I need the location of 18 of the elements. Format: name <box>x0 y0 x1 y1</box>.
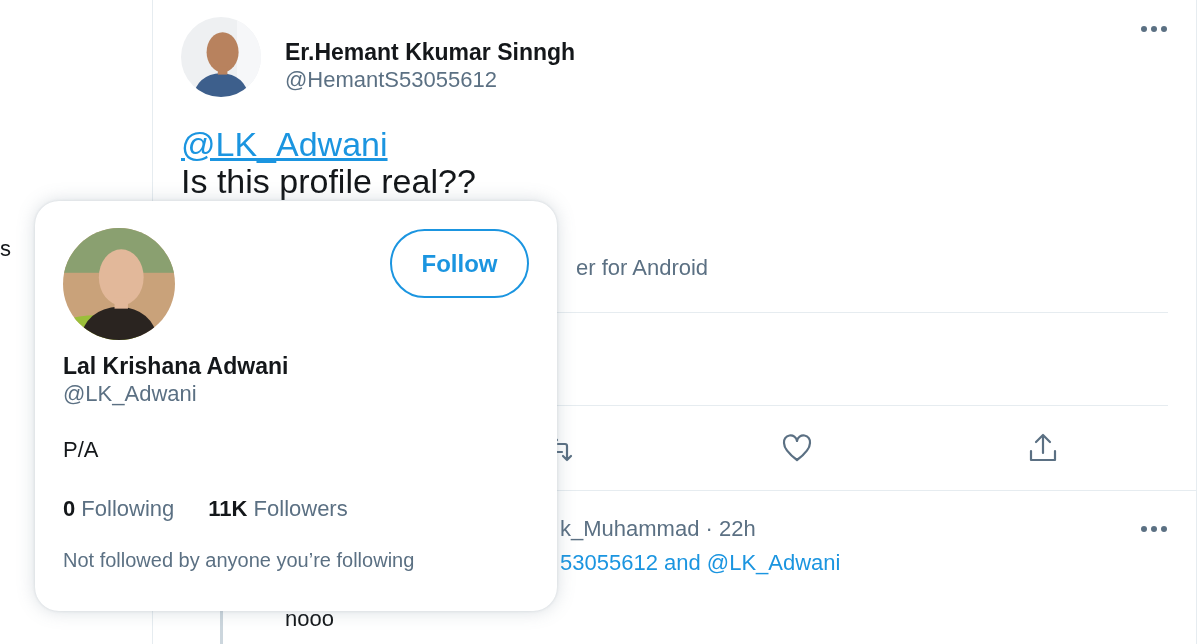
profile-bio: P/A <box>63 436 99 464</box>
more-icon[interactable] <box>1140 525 1168 533</box>
followers-note: Not followed by anyone you’re following <box>63 548 415 573</box>
tweet-text: Is this profile real?? <box>181 164 476 198</box>
sidebar-text: s <box>0 236 12 262</box>
author-name[interactable]: Er.Hemant Kkumar Sinngh <box>285 38 1140 66</box>
profile-stat-link[interactable]: 11K Followers <box>208 492 348 525</box>
mention-link[interactable]: @LK_Adwani <box>181 124 388 164</box>
profile-handle[interactable]: @LK_Adwani <box>63 380 197 408</box>
tweet-source: er for Android <box>576 255 709 281</box>
replying-to-link[interactable]: 53055612 and @LK_Adwani <box>560 550 841 576</box>
profile-name[interactable]: Lal Krishana Adwani <box>63 352 289 380</box>
reply-meta: k_Muhammad · 22h <box>560 516 756 542</box>
more-icon[interactable] <box>1140 25 1168 33</box>
author-handle[interactable]: @HemantS53055612 <box>285 66 1140 94</box>
profile-stat-link[interactable]: 0 Following <box>63 492 175 525</box>
reply-text: nooo <box>285 606 334 632</box>
follow-button[interactable]: Follow <box>390 229 529 298</box>
